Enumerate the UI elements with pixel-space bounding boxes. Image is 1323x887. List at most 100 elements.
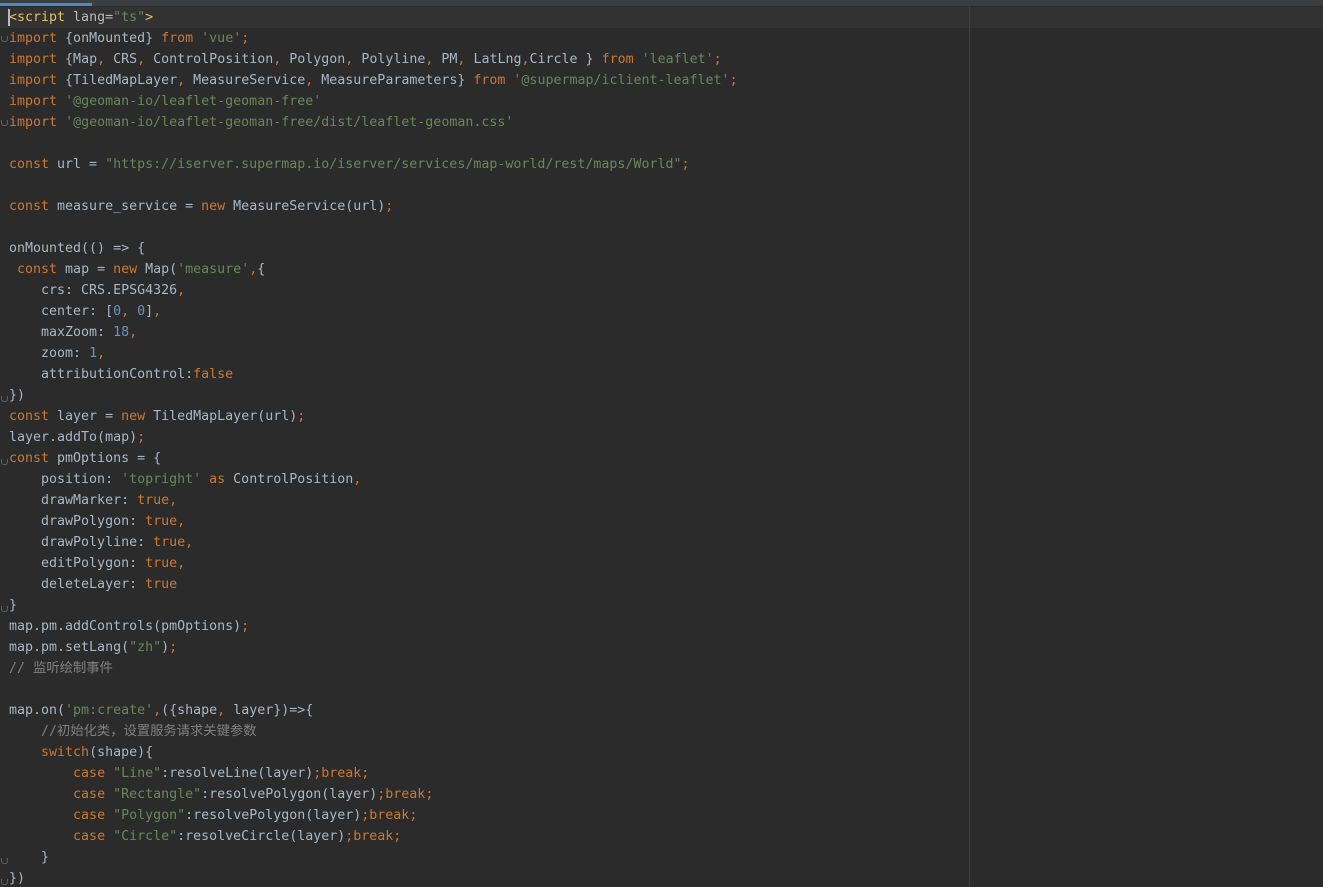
fold-marker-icon[interactable] [1,396,8,403]
code-line[interactable]: }) [9,385,964,406]
code-line[interactable]: crs: CRS.EPSG4326, [9,280,964,301]
code-token: import [9,52,58,67]
fold-marker-icon[interactable] [1,459,8,466]
fold-marker-icon[interactable] [1,36,8,43]
code-line[interactable]: case "Circle":resolveCircle(layer);break… [9,826,964,847]
code-token: map = [57,262,114,277]
code-token: import [9,31,58,46]
code-token: , [121,304,130,319]
editor-tab-strip [0,0,1323,6]
code-line[interactable]: const url = "https://iserver.supermap.io… [9,154,964,175]
code-token: "zh" [129,640,162,655]
code-token: "Line" [113,766,162,781]
code-line[interactable]: map.on('pm:create',({shape, layer})=>{ [9,700,964,721]
code-token: {onMounted} [57,31,162,46]
fold-gutter [0,0,8,887]
code-line[interactable]: case "Line":resolveLine(layer);break; [9,763,964,784]
code-line[interactable]: import {TiledMapLayer, MeasureService, M… [9,70,964,91]
code-line[interactable]: position: 'topright' as ControlPosition, [9,469,964,490]
code-line[interactable]: case "Rectangle":resolvePolygon(layer);b… [9,784,964,805]
code-line[interactable]: maxZoom: 18, [9,322,964,343]
code-line[interactable]: // 监听绘制事件 [9,658,964,679]
code-line[interactable]: } [9,595,964,616]
code-token: layer})=>{ [225,703,314,718]
code-line[interactable]: ​ [9,679,964,700]
code-token: import [9,94,58,109]
code-token: true [137,493,170,508]
code-line[interactable]: <script lang="ts"> [9,7,964,28]
code-line[interactable]: ​ [9,133,964,154]
code-line[interactable]: drawMarker: true, [9,490,964,511]
code-token: ;break; [361,808,418,823]
code-line[interactable]: drawPolygon: true, [9,511,964,532]
code-token: map.pm.addControls(pmOptions) [9,619,242,634]
code-line[interactable]: switch(shape){ [9,742,964,763]
code-line[interactable]: import {Map, CRS, ControlPosition, Polyg… [9,49,964,70]
code-token: drawPolyline: [9,535,154,550]
code-line[interactable]: const measure_service = new MeasureServi… [9,196,964,217]
code-token: ) [161,640,170,655]
code-token: "ts" [113,10,146,25]
code-token: onMounted(() => { [9,241,146,256]
code-token: , [185,535,194,550]
code-line[interactable]: }) [9,868,964,887]
code-token: Circle } [529,52,602,67]
code-token: , [137,52,146,67]
fold-marker-icon[interactable] [1,879,8,886]
code-token: from [161,31,194,46]
code-line[interactable]: map.pm.addControls(pmOptions); [9,616,964,637]
code-token: :resolvePolygon(layer) [185,808,362,823]
code-token: center: [ [9,304,114,319]
code-line[interactable]: import {onMounted} from 'vue'; [9,28,964,49]
code-token: 0 [137,304,146,319]
code-token: 0 [113,304,122,319]
code-line[interactable]: const layer = new TiledMapLayer(url); [9,406,964,427]
code-token: , [169,493,178,508]
code-token: ] [145,304,154,319]
fold-marker-icon[interactable] [1,606,8,613]
code-token: '@geoman-io/leaflet-geoman-free' [65,94,322,109]
code-line[interactable]: drawPolyline: true, [9,532,964,553]
code-token: <script [9,10,66,25]
code-token: 'topright' [121,472,202,487]
code-token: TiledMapLayer(url) [145,409,298,424]
code-token: MeasureService(url) [225,199,386,214]
code-line[interactable]: ​ [9,217,964,238]
code-line[interactable]: deleteLayer: true [9,574,964,595]
code-line[interactable]: attributionControl:false [9,364,964,385]
code-line[interactable]: map.pm.setLang("zh"); [9,637,964,658]
code-line[interactable]: import '@geoman-io/leaflet-geoman-free' [9,91,964,112]
code-token: case [73,787,106,802]
code-token: ;break; [377,787,434,802]
code-line[interactable]: layer.addTo(map); [9,427,964,448]
active-tab-indicator[interactable] [0,3,92,6]
code-token: const [9,451,50,466]
code-area[interactable]: <script lang="ts"> import {onMounted} fro… [9,7,964,887]
code-line[interactable]: import '@geoman-io/leaflet-geoman-free/d… [9,112,964,133]
code-line[interactable]: case "Polygon":resolvePolygon(layer);bre… [9,805,964,826]
code-line[interactable]: ​ [9,175,964,196]
code-line[interactable]: center: [0, 0], [9,301,964,322]
code-line[interactable]: } [9,847,964,868]
code-line[interactable]: const pmOptions = { [9,448,964,469]
fold-marker-icon[interactable] [1,120,8,127]
code-token: //初始化类，设置服务请求关键参数 [9,724,257,739]
code-line[interactable]: //初始化类，设置服务请求关键参数 [9,721,964,742]
code-token: , [129,325,138,340]
code-token: ; [713,52,722,67]
code-token: '@geoman-io/leaflet-geoman-free/dist/lea… [65,115,514,130]
code-line[interactable]: const map = new Map('measure',{ [9,259,964,280]
code-token: "Rectangle" [113,787,202,802]
code-line[interactable]: onMounted(() => { [9,238,964,259]
code-token: , [521,52,530,67]
fold-marker-icon[interactable] [1,858,8,865]
code-line[interactable]: zoom: 1, [9,343,964,364]
code-token: "https://iserver.supermap.io/iserver/ser… [105,157,682,172]
code-line[interactable]: editPolygon: true, [9,553,964,574]
code-editor[interactable]: <script lang="ts"> import {onMounted} fro… [0,0,1323,887]
